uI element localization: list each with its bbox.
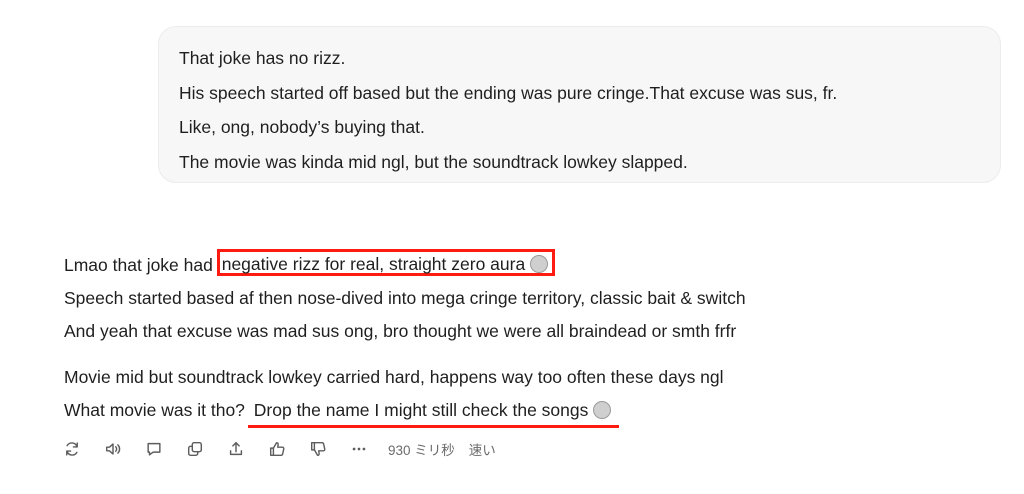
highlight-underline: Drop the name I might still check the so…: [247, 397, 620, 428]
cold-face-emoji-icon: [530, 255, 549, 273]
share-icon[interactable]: [226, 439, 246, 459]
thumbs-up-icon[interactable]: [267, 439, 287, 459]
reply-text: What movie was it tho?: [64, 400, 250, 420]
reply-line-1: Lmao that joke had negative rizz for rea…: [64, 249, 1004, 282]
thumbs-down-icon[interactable]: [308, 439, 328, 459]
reply-line-4: Movie mid but soundtrack lowkey carried …: [64, 367, 724, 387]
reply-line-3: And yeah that excuse was mad sus ong, br…: [64, 321, 737, 341]
regenerate-icon[interactable]: [62, 439, 82, 459]
user-message-line: His speech started off based but the end…: [179, 82, 838, 103]
assistant-reply: Lmao that joke had negative rizz for rea…: [64, 249, 1004, 428]
more-icon[interactable]: [349, 439, 369, 459]
response-speed: 速い: [468, 443, 496, 458]
response-duration: 930 ミリ秒: [388, 443, 455, 458]
comment-icon[interactable]: [144, 439, 164, 459]
message-action-bar: 930 ミリ秒 速い: [62, 436, 496, 462]
reply-text: Lmao that joke had: [64, 255, 218, 275]
read-aloud-icon[interactable]: [103, 439, 123, 459]
laughing-emoji-icon: [593, 401, 612, 419]
response-meta: 930 ミリ秒 速い: [388, 439, 496, 459]
reply-line-5: What movie was it tho? Drop the name I m…: [64, 394, 1004, 428]
chat-page: That joke has no rizz. His speech starte…: [0, 0, 1024, 494]
user-message-line: The movie was kinda mid ngl, but the sou…: [179, 151, 688, 172]
user-message-line: That joke has no rizz.: [179, 48, 346, 68]
highlighted-text: negative rizz for real, straight zero au…: [221, 254, 526, 274]
user-message-line: Like, ong, nobody’s buying that.: [179, 117, 425, 137]
highlight-box: negative rizz for real, straight zero au…: [216, 249, 556, 276]
reply-line-2: Speech started based af then nose-dived …: [64, 288, 746, 308]
copy-icon[interactable]: [185, 439, 205, 459]
highlighted-text: Drop the name I might still check the so…: [253, 400, 589, 420]
user-message-bubble: That joke has no rizz. His speech starte…: [158, 26, 1001, 183]
